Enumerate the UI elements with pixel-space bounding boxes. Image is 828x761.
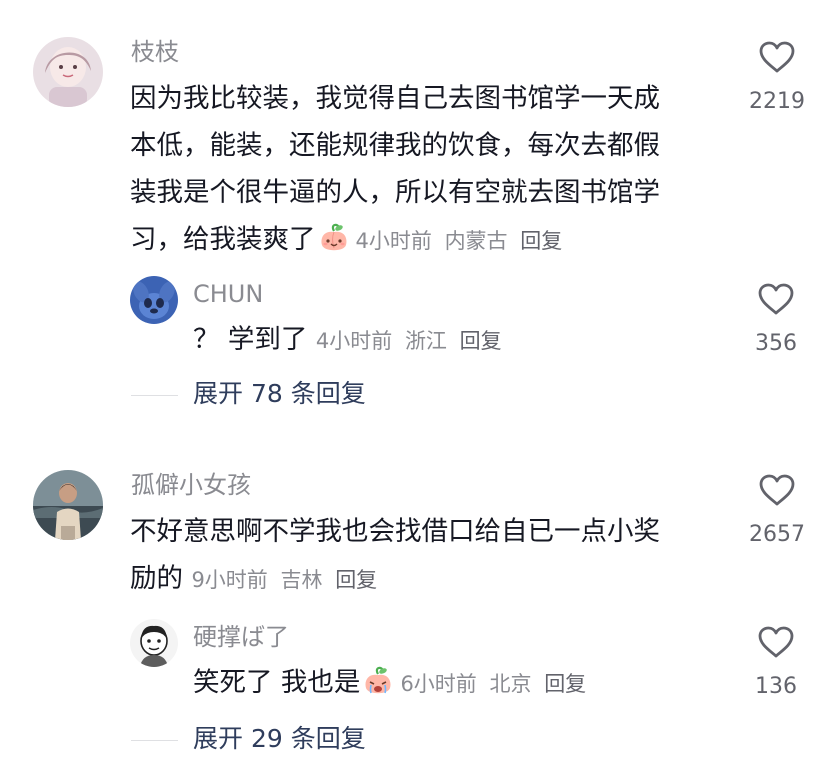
peach-smile-emoji bbox=[318, 222, 350, 254]
like-count: 136 bbox=[755, 674, 797, 699]
like-button[interactable]: 2657 bbox=[737, 473, 817, 547]
expand-divider bbox=[131, 395, 178, 396]
like-button[interactable]: 2219 bbox=[737, 40, 817, 114]
reply-meta: 6小时前 北京 回复 bbox=[400, 672, 592, 696]
comment-username[interactable]: 枝枝 bbox=[131, 37, 179, 67]
reply-time: 4小时前 bbox=[315, 329, 393, 353]
heart-icon[interactable] bbox=[757, 282, 795, 316]
expand-replies-button[interactable]: 展开 78 条回复 bbox=[193, 379, 366, 409]
comment-text-line: 装我是个很牛逼的人，所以有空就去图书馆学 bbox=[130, 177, 660, 208]
comment-text: 不好意思啊不学我也会找借口给自已一点小奖 励的 9小时前 吉林 回复 bbox=[130, 508, 660, 602]
reply-button[interactable]: 回复 bbox=[335, 568, 377, 592]
comment-text-line-last: 习，给我装爽了 4小时前 内蒙古 回复 bbox=[130, 216, 660, 263]
avatar[interactable] bbox=[33, 37, 103, 107]
reply-location: 浙江 bbox=[404, 329, 447, 353]
comment-text-line: 因为我比较装，我觉得自己去图书馆学一天成 bbox=[130, 83, 660, 114]
peach-cry-emoji bbox=[362, 665, 394, 697]
expand-divider bbox=[131, 740, 178, 741]
reply-text: 笑死了 我也是 6小时前 北京 回复 bbox=[193, 659, 592, 706]
avatar[interactable] bbox=[130, 276, 178, 324]
comment-text-line-last: 励的 9小时前 吉林 回复 bbox=[130, 555, 660, 602]
reply-text-line: 笑死了 我也是 6小时前 北京 回复 bbox=[193, 659, 592, 706]
expand-replies-button[interactable]: 展开 29 条回复 bbox=[193, 724, 366, 754]
reply-username[interactable]: 硬撑ば了 bbox=[193, 622, 289, 652]
comment-location: 内蒙古 bbox=[444, 229, 508, 253]
like-count: 2219 bbox=[749, 89, 805, 114]
like-count: 2657 bbox=[749, 522, 805, 547]
like-button[interactable]: 136 bbox=[736, 625, 816, 699]
heart-icon[interactable] bbox=[758, 40, 796, 74]
reply-button[interactable]: 回复 bbox=[460, 329, 502, 353]
comment-time: 9小时前 bbox=[191, 568, 268, 592]
reply-text-content: ？ 学到了 bbox=[193, 324, 308, 355]
reply-text: ？ 学到了 4小时前 浙江 回复 bbox=[193, 316, 508, 363]
comment-location: 吉林 bbox=[280, 568, 323, 592]
comment-text-line: 本低，能装，还能规律我的饮食，每次去都假 bbox=[130, 130, 660, 161]
comment-text-tail: 励的 bbox=[130, 563, 183, 594]
comment-meta: 9小时前 吉林 回复 bbox=[191, 568, 383, 592]
comment-username[interactable]: 孤僻小女孩 bbox=[131, 470, 251, 500]
like-button[interactable]: 356 bbox=[736, 282, 816, 356]
reply-text-line: ？ 学到了 4小时前 浙江 回复 bbox=[193, 316, 508, 363]
reply-button[interactable]: 回复 bbox=[520, 229, 562, 253]
reply-text-content: 笑死了 我也是 bbox=[193, 667, 361, 698]
reply-button[interactable]: 回复 bbox=[544, 672, 586, 696]
reply-location: 北京 bbox=[489, 672, 532, 696]
reply-meta: 4小时前 浙江 回复 bbox=[316, 329, 508, 353]
heart-icon[interactable] bbox=[758, 473, 796, 507]
like-count: 356 bbox=[755, 331, 797, 356]
reply-time: 6小时前 bbox=[400, 672, 477, 696]
heart-icon[interactable] bbox=[757, 625, 795, 659]
reply-username[interactable]: CHUN bbox=[193, 279, 263, 309]
comment-text-line: 不好意思啊不学我也会找借口给自已一点小奖 bbox=[130, 516, 660, 547]
avatar[interactable] bbox=[33, 470, 103, 540]
comment-meta: 4小时前 内蒙古 回复 bbox=[356, 229, 569, 253]
avatar[interactable] bbox=[130, 619, 178, 667]
comment-time: 4小时前 bbox=[355, 229, 432, 253]
comment-text-tail: 习，给我装爽了 bbox=[130, 224, 316, 255]
comment-text: 因为我比较装，我觉得自己去图书馆学一天成 本低，能装，还能规律我的饮食，每次去都… bbox=[130, 75, 660, 263]
